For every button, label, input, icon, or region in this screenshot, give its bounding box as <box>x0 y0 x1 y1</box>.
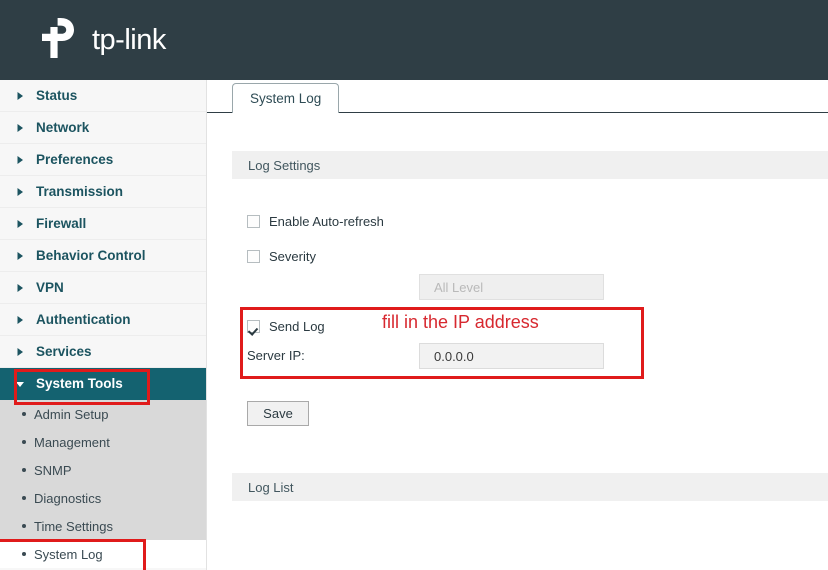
label-send-log: Send Log <box>269 318 325 334</box>
sidebar-subitem-label: System Log <box>34 546 103 562</box>
sidebar-item-services[interactable]: Services <box>0 336 206 368</box>
sidebar-subitem-label: SNMP <box>34 462 72 478</box>
section-header-log-settings: Log Settings <box>232 151 828 179</box>
label-enable-auto-refresh: Enable Auto-refresh <box>269 213 384 229</box>
sidebar-item-label: Transmission <box>36 184 124 199</box>
tab-active-underlap <box>233 111 338 114</box>
sidebar-subitem-label: Management <box>34 434 110 450</box>
sidebar-item-label: Behavior Control <box>36 248 146 263</box>
bullet-icon <box>22 496 26 500</box>
sidebar-subitem-admin-setup[interactable]: Admin Setup <box>0 400 206 428</box>
section-header-log-list: Log List <box>232 473 828 501</box>
sidebar-item-label: Firewall <box>36 216 87 231</box>
sidebar-item-authentication[interactable]: Authentication <box>0 304 206 336</box>
sidebar-subitem-snmp[interactable]: SNMP <box>0 456 206 484</box>
bullet-icon <box>22 524 26 528</box>
sidebar-item-label: Network <box>36 120 90 135</box>
brand-logo[interactable]: tp-link <box>40 17 166 63</box>
tab-system-log[interactable]: System Log <box>232 83 340 113</box>
bullet-icon <box>22 468 26 472</box>
select-severity-level[interactable]: All Level <box>419 274 604 300</box>
sidebar-subitem-label: Time Settings <box>34 518 113 534</box>
sidebar-item-label: Status <box>36 88 78 103</box>
sidebar-subitem-management[interactable]: Management <box>0 428 206 456</box>
main-content: Log Settings Enable Auto-refresh Severit… <box>207 114 828 570</box>
sidebar-item-label: System Tools <box>36 376 123 391</box>
sidebar-item-network[interactable]: Network <box>0 112 206 144</box>
sidebar-item-vpn[interactable]: VPN <box>0 272 206 304</box>
field-enable-auto-refresh[interactable]: Enable Auto-refresh <box>247 209 384 233</box>
input-server-ip-value: 0.0.0.0 <box>434 348 474 364</box>
field-severity[interactable]: Severity <box>247 244 316 268</box>
sidebar-item-transmission[interactable]: Transmission <box>0 176 206 208</box>
chevron-right-icon <box>14 250 26 262</box>
sidebar-item-preferences[interactable]: Preferences <box>0 144 206 176</box>
chevron-right-icon <box>14 218 26 230</box>
bullet-icon <box>22 440 26 444</box>
annotation-instruction-text: fill in the IP address <box>382 312 539 332</box>
select-severity-level-value: All Level <box>434 279 484 295</box>
sidebar-item-status[interactable]: Status <box>0 80 206 112</box>
chevron-right-icon <box>14 346 26 358</box>
save-button-label: Save <box>263 406 293 421</box>
checkbox-send-log[interactable] <box>247 319 260 333</box>
bullet-icon <box>22 552 26 556</box>
router-admin-page: tp-link Status Network Preferences Transmis… <box>0 0 828 570</box>
chevron-right-icon <box>14 154 26 166</box>
tab-label: System Log <box>250 91 322 106</box>
save-button[interactable]: Save <box>247 401 309 426</box>
sidebar-submenu-system-tools: Admin Setup Management SNMP Diagnostics Time… <box>0 400 206 570</box>
chevron-down-icon <box>14 378 26 390</box>
label-severity: Severity <box>269 248 316 264</box>
page-header: tp-link <box>0 0 828 80</box>
chevron-right-icon <box>14 282 26 294</box>
bullet-icon <box>22 412 26 416</box>
tab-strip: System Log <box>207 80 828 114</box>
checkbox-enable-auto-refresh[interactable] <box>247 214 260 228</box>
sidebar-subitem-time-settings[interactable]: Time Settings <box>0 512 206 540</box>
sidebar-subitem-system-log[interactable]: System Log <box>0 539 206 570</box>
sidebar-item-behavior-control[interactable]: Behavior Control <box>0 240 206 272</box>
input-server-ip[interactable]: 0.0.0.0 <box>419 343 604 369</box>
chevron-right-icon <box>14 186 26 198</box>
sidebar-item-label: VPN <box>36 280 64 295</box>
label-server-ip: Server IP: <box>247 348 305 363</box>
sidebar-item-system-tools[interactable]: System Tools <box>0 368 206 405</box>
checkbox-severity[interactable] <box>247 249 260 263</box>
sidebar-subitem-diagnostics[interactable]: Diagnostics <box>0 484 206 512</box>
brand-name: tp-link <box>92 23 166 56</box>
sidebar-item-label: Preferences <box>36 152 114 167</box>
chevron-right-icon <box>14 122 26 134</box>
sidebar-subitem-label: Diagnostics <box>34 490 102 506</box>
section-title-log-settings: Log Settings <box>248 157 321 173</box>
tp-link-logo-icon <box>40 16 86 65</box>
section-title-log-list: Log List <box>248 479 294 495</box>
field-send-log[interactable]: Send Log <box>247 314 325 338</box>
chevron-right-icon <box>14 314 26 326</box>
sidebar-nav: Status Network Preferences Transmission Fire… <box>0 80 207 570</box>
chevron-right-icon <box>14 90 26 102</box>
sidebar-subitem-label: Admin Setup <box>34 406 109 422</box>
sidebar-item-label: Services <box>36 344 92 359</box>
sidebar-item-label: Authentication <box>36 312 131 327</box>
sidebar-item-firewall[interactable]: Firewall <box>0 208 206 240</box>
